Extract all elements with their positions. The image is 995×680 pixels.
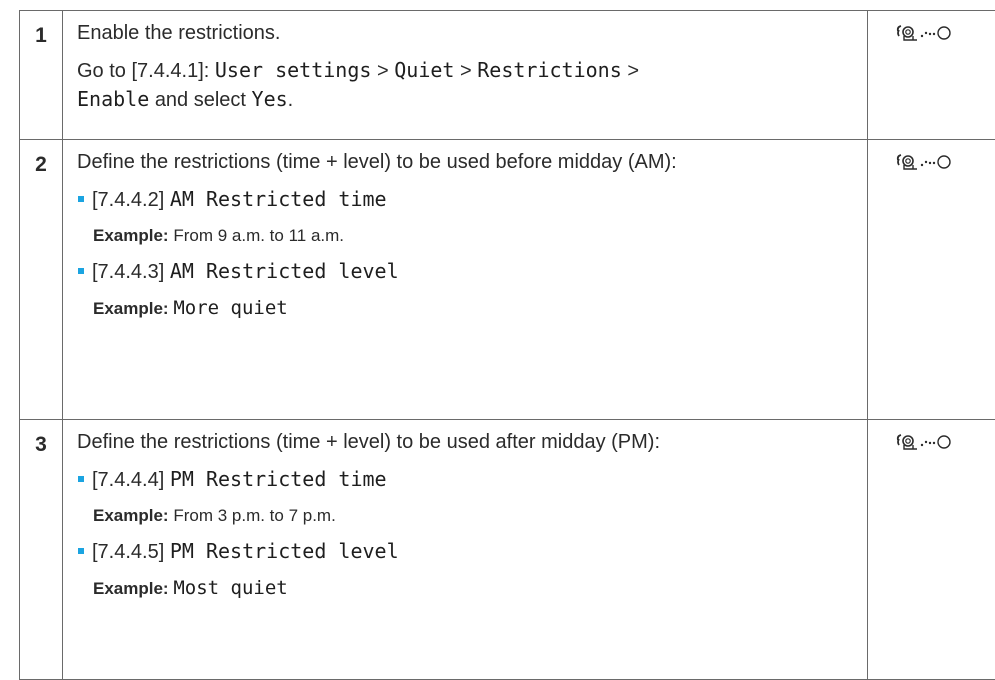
setting-name: AM Restricted time [170, 187, 387, 211]
icon-cell [868, 11, 995, 140]
path-item: Quiet [394, 58, 454, 82]
example-label: Example: [93, 299, 169, 318]
step-row-2: 2 Define the restrictions (time + level)… [20, 140, 995, 420]
list-item: [7.4.4.5] PM Restricted level [77, 537, 856, 566]
example: Example: More quiet [93, 295, 856, 322]
example: Example: Most quiet [93, 575, 856, 602]
step-number: 1 [20, 11, 63, 140]
step-content: Enable the restrictions. Go to [7.4.4.1]… [63, 11, 868, 140]
example-text: From 9 a.m. to 11 a.m. [173, 226, 344, 245]
icon-cell [868, 420, 995, 680]
path-separator: > [377, 60, 389, 82]
setting-name: PM Restricted time [170, 467, 387, 491]
setting-name: AM Restricted level [170, 259, 399, 283]
step-title: Enable the restrictions. [77, 19, 856, 47]
example-value: More quiet [173, 297, 287, 319]
period: . [288, 89, 294, 111]
setting-code: [7.4.4.2] [92, 189, 164, 211]
list-item: [7.4.4.4] PM Restricted time [77, 465, 856, 494]
path-item: Restrictions [477, 58, 622, 82]
icon-cell [868, 140, 995, 420]
step-content: Define the restrictions (time + level) t… [63, 420, 868, 680]
menu-path: Go to [7.4.4.1]: User settings > Quiet >… [77, 56, 856, 114]
setting-code: [7.4.4.3] [92, 261, 164, 283]
example: Example: From 3 p.m. to 7 p.m. [93, 503, 856, 529]
example-label: Example: [93, 579, 169, 598]
step-number: 2 [20, 140, 63, 420]
step-title: Define the restrictions (time + level) t… [77, 428, 856, 456]
example-label: Example: [93, 226, 169, 245]
example-text: From 3 p.m. to 7 p.m. [173, 506, 336, 525]
step-row-1: 1 Enable the restrictions. Go to [7.4.4.… [20, 11, 995, 140]
path-separator: > [627, 60, 639, 82]
step-content: Define the restrictions (time + level) t… [63, 140, 868, 420]
example-value: Most quiet [173, 577, 287, 599]
bullet-icon [78, 548, 84, 554]
example: Example: From 9 a.m. to 11 a.m. [93, 223, 856, 249]
bullet-icon [78, 268, 84, 274]
bullet-icon [78, 476, 84, 482]
example-label: Example: [93, 506, 169, 525]
steps-table: 1 Enable the restrictions. Go to [7.4.4.… [19, 10, 995, 680]
step-title: Define the restrictions (time + level) t… [77, 148, 856, 176]
setting-name: PM Restricted level [170, 539, 399, 563]
step-number: 3 [20, 420, 63, 680]
list-item: [7.4.4.3] AM Restricted level [77, 257, 856, 286]
setting-code: [7.4.4.5] [92, 541, 164, 563]
bullet-icon [78, 196, 84, 202]
remote-controller-icon [893, 152, 973, 172]
path-item: Enable [77, 87, 149, 111]
path-item: User settings [215, 58, 372, 82]
path-suffix: and select [155, 89, 246, 111]
step-row-3: 3 Define the restrictions (time + level)… [20, 420, 995, 680]
path-separator: > [460, 60, 472, 82]
list-item: [7.4.4.2] AM Restricted time [77, 185, 856, 214]
remote-controller-icon [893, 432, 973, 452]
remote-controller-icon [893, 23, 973, 43]
path-value: Yes [252, 87, 288, 111]
path-prefix: Go to [7.4.4.1]: [77, 60, 209, 82]
setting-code: [7.4.4.4] [92, 469, 164, 491]
